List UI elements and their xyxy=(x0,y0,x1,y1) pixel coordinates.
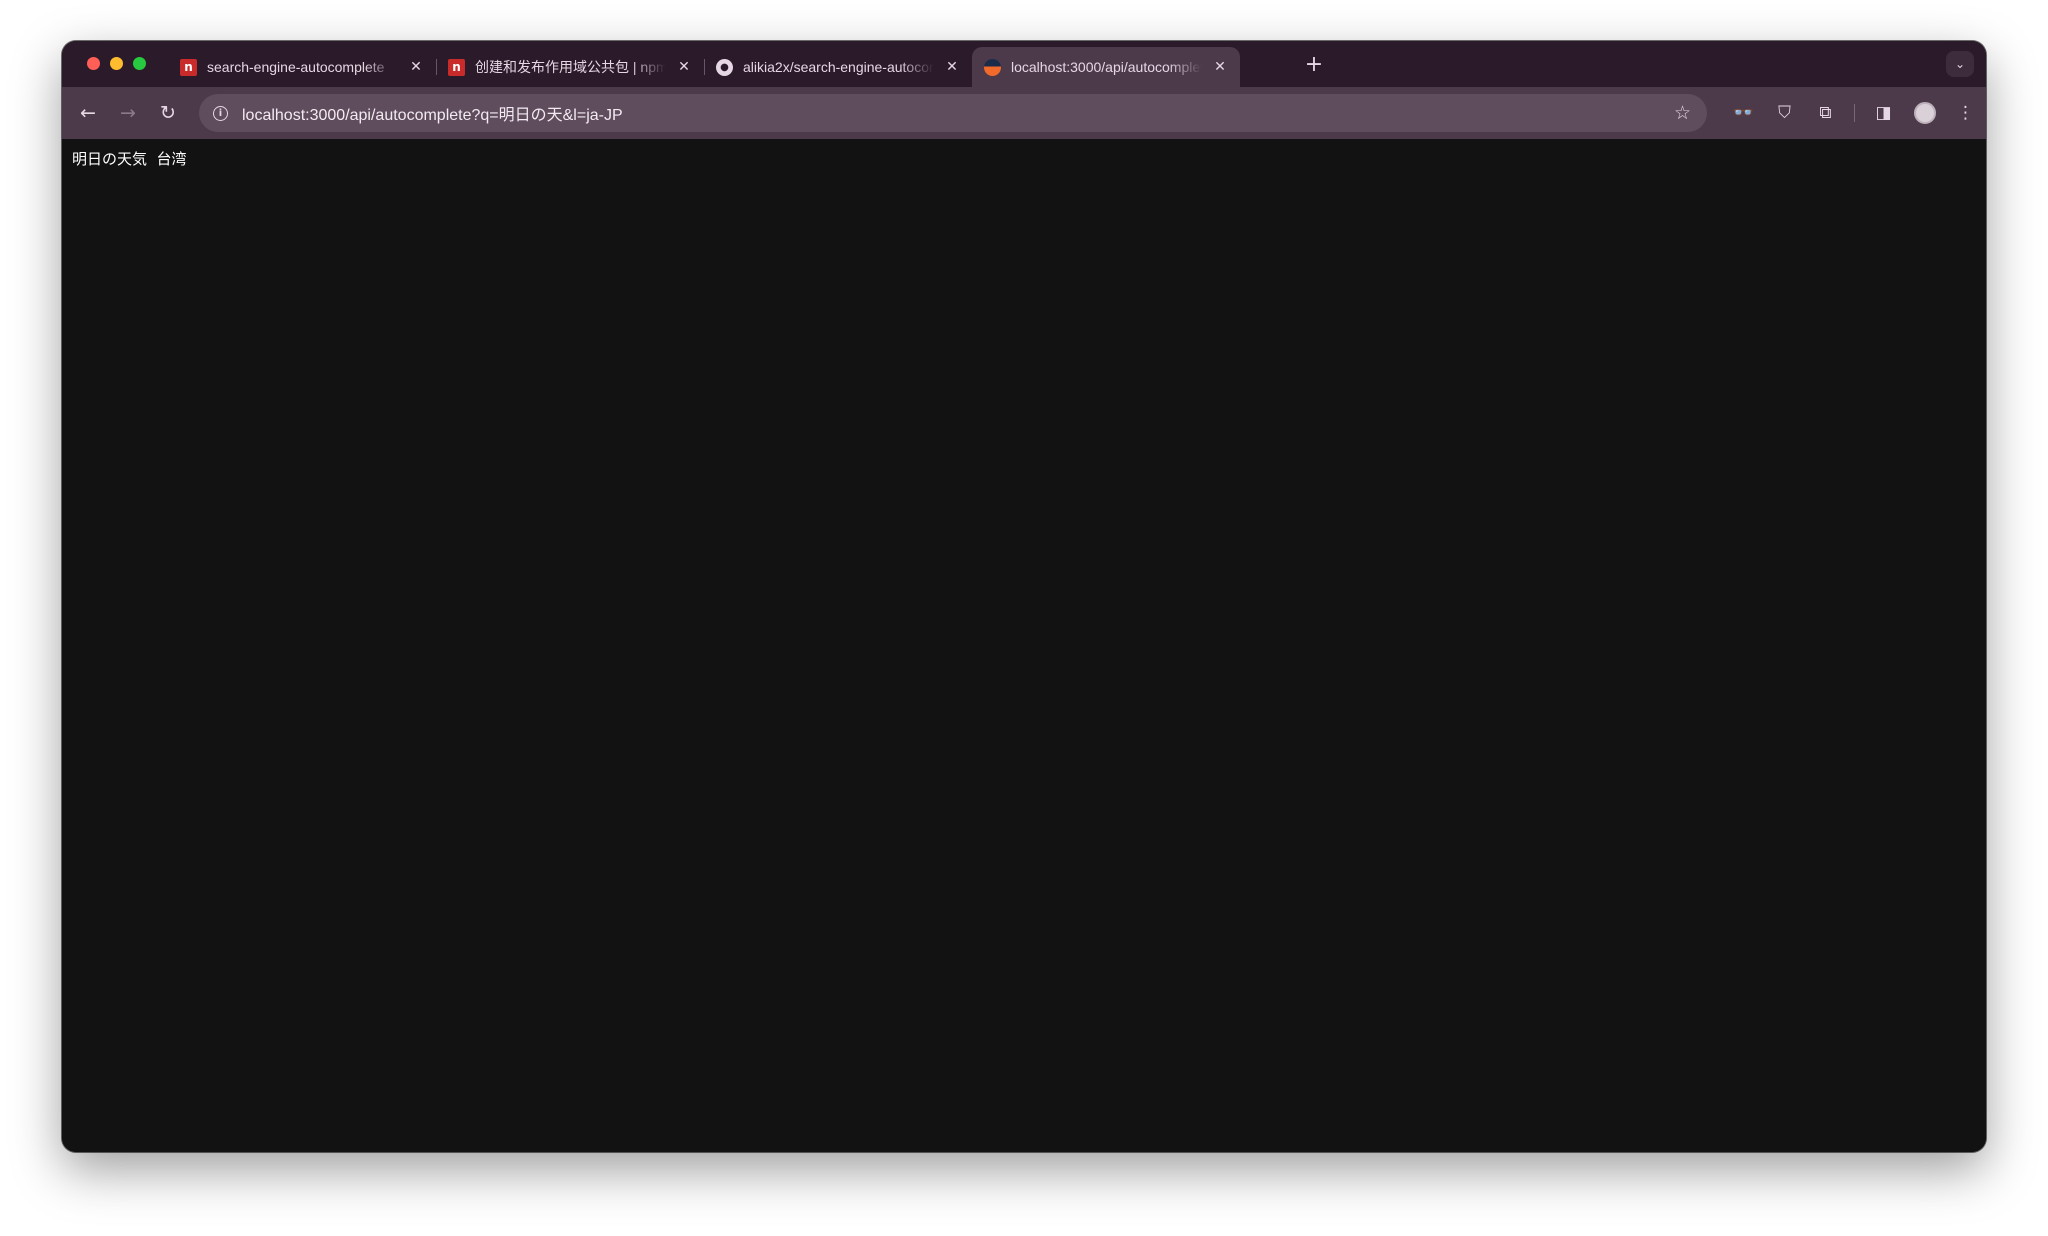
forward-button[interactable]: → xyxy=(114,99,142,127)
tab-github-repo[interactable]: ● alikia2x/search-engine-autocomplete ✕ xyxy=(704,47,972,87)
tab-npm-scoped-packages[interactable]: n 创建和发布作用域公共包 | npm ✕ xyxy=(436,47,704,87)
close-window-button[interactable] xyxy=(87,57,100,70)
shield-extension-icon[interactable]: ⛉ xyxy=(1764,87,1805,139)
close-icon[interactable]: ✕ xyxy=(408,59,424,75)
tab-strip: n search-engine-autocomplete ✕ n 创建和发布作用… xyxy=(62,41,1986,87)
autocomplete-response-text: 明日の天気 台湾 xyxy=(72,150,187,168)
tab-localhost-autocomplete[interactable]: localhost:3000/api/autocomplete ✕ xyxy=(972,47,1240,87)
extensions-puzzle-icon[interactable]: ⧉ xyxy=(1805,87,1846,139)
window-controls xyxy=(87,57,146,70)
toolbar-divider xyxy=(1854,104,1855,122)
github-icon: ● xyxy=(716,58,733,76)
bookmark-star-icon[interactable]: ☆ xyxy=(1674,102,1691,124)
incognito-extension-icon[interactable]: 👓 xyxy=(1723,87,1764,139)
address-bar[interactable]: i localhost:3000/api/autocomplete?q=明日の天… xyxy=(199,94,1707,132)
tab-search-engine-autocomplete[interactable]: n search-engine-autocomplete ✕ xyxy=(168,47,436,87)
profile-avatar-button[interactable] xyxy=(1904,87,1945,139)
side-panel-icon[interactable]: ◨ xyxy=(1863,87,1904,139)
close-icon[interactable]: ✕ xyxy=(676,59,692,75)
maximize-window-button[interactable] xyxy=(133,57,146,70)
close-icon[interactable]: ✕ xyxy=(944,59,960,75)
site-info-icon[interactable]: i xyxy=(213,105,228,121)
browser-window: n search-engine-autocomplete ✕ n 创建和发布作用… xyxy=(62,41,1986,1152)
minimize-window-button[interactable] xyxy=(110,57,123,70)
page-content: 明日の天気 台湾 xyxy=(62,139,1986,1152)
tab-title: localhost:3000/api/autocomplete xyxy=(1011,59,1202,75)
back-button[interactable]: ← xyxy=(74,99,102,127)
tabs: n search-engine-autocomplete ✕ n 创建和发布作用… xyxy=(168,47,1240,87)
localhost-icon xyxy=(984,58,1001,76)
browser-toolbar: ← → ↻ i localhost:3000/api/autocomplete?… xyxy=(62,87,1986,139)
toolbar-actions: 👓 ⛉ ⧉ ◨ ⋮ xyxy=(1723,87,1986,139)
tab-search-button[interactable]: ⌄ xyxy=(1946,51,1974,77)
url-text[interactable]: localhost:3000/api/autocomplete?q=明日の天&l… xyxy=(242,101,1674,125)
browser-menu-icon[interactable]: ⋮ xyxy=(1945,87,1986,139)
tab-title: 创建和发布作用域公共包 | npm xyxy=(475,59,666,75)
reload-button[interactable]: ↻ xyxy=(154,99,182,127)
new-tab-button[interactable]: + xyxy=(1302,54,1326,78)
tab-title: search-engine-autocomplete xyxy=(207,59,385,75)
tab-title: alikia2x/search-engine-autocomplete xyxy=(743,59,934,75)
avatar xyxy=(1913,102,1936,124)
npm-icon: n xyxy=(180,58,197,76)
close-icon[interactable]: ✕ xyxy=(1212,59,1228,75)
npm-icon: n xyxy=(448,58,465,76)
